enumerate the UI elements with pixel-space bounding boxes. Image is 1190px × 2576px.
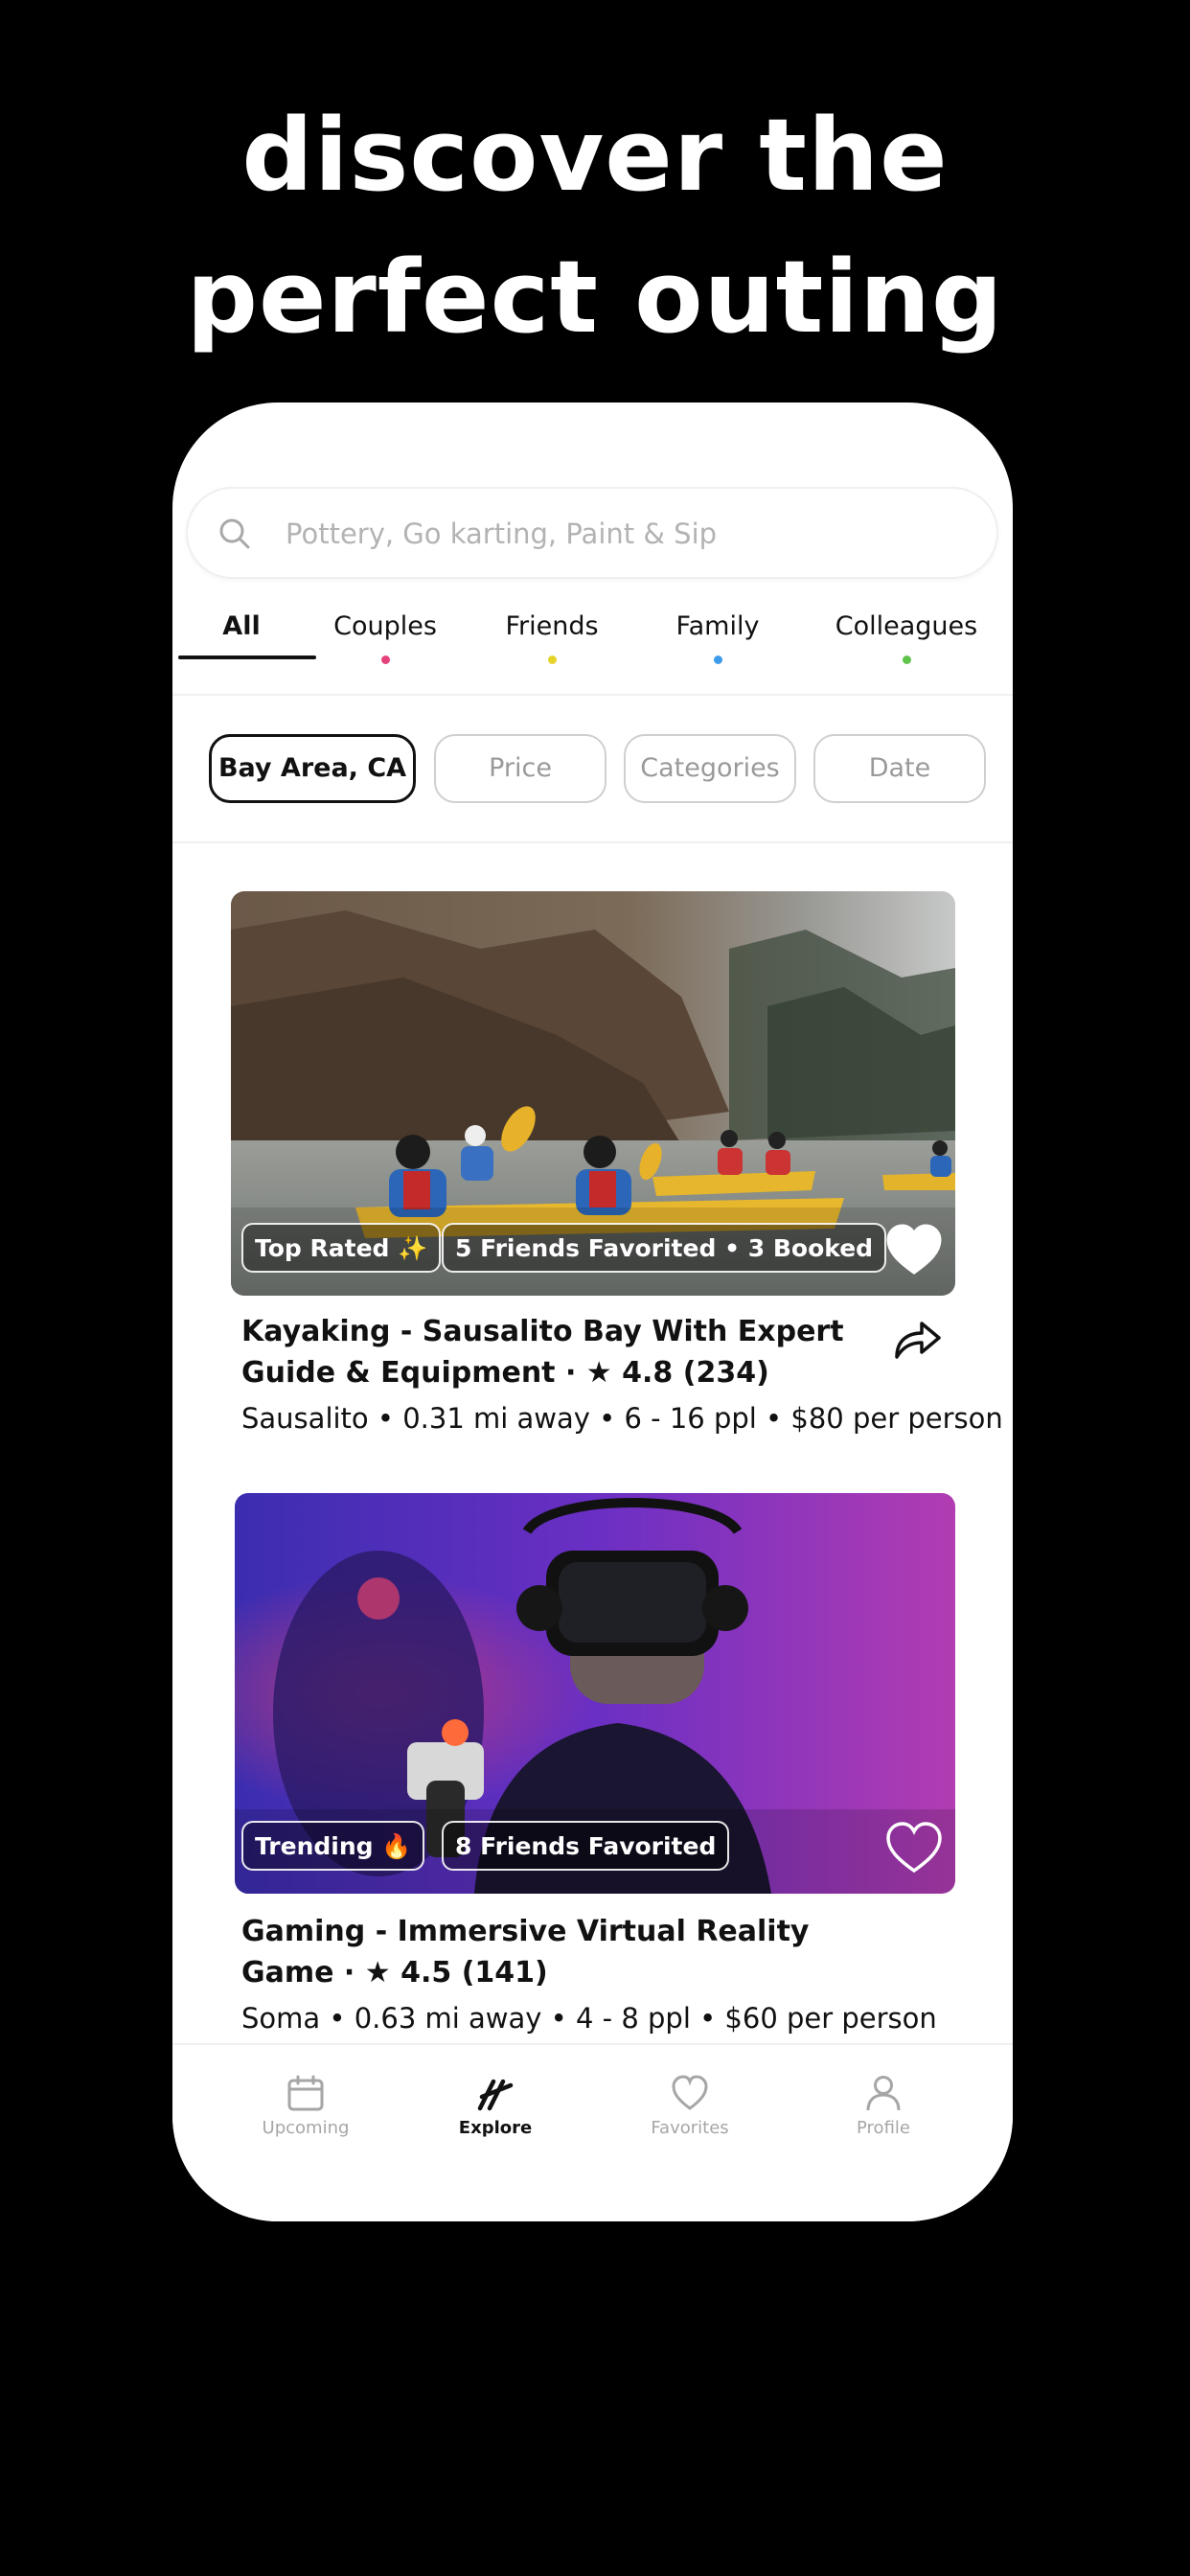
nav-favorites[interactable]: Favorites — [613, 2074, 767, 2138]
couples-dot — [380, 656, 390, 664]
share-icon[interactable] — [893, 1317, 943, 1361]
listing-title[interactable]: Gaming - Immersive Virtual Reality Game … — [241, 1911, 893, 1993]
divider — [172, 694, 1013, 696]
explore-slashes-icon — [477, 2079, 514, 2111]
tab-label: Family — [675, 611, 760, 641]
nav-label: Favorites — [651, 2118, 729, 2138]
nav-explore[interactable]: Explore — [419, 2074, 572, 2138]
tab-couples[interactable]: Couples — [326, 608, 445, 675]
tab-family[interactable]: Family — [661, 608, 774, 675]
tab-label: Friends — [505, 611, 599, 641]
heart-icon — [672, 2075, 708, 2110]
bottom-nav: Upcoming Explore Favorites Profile — [172, 2043, 1013, 2221]
colleagues-dot — [902, 656, 911, 664]
nav-upcoming[interactable]: Upcoming — [229, 2074, 382, 2138]
headline-line-2: perfect outing — [186, 239, 1004, 356]
active-tab-indicator — [178, 656, 316, 659]
listing-meta: Sausalito • 0.31 mi away • 6 - 16 ppl • … — [241, 1402, 1003, 1435]
tab-friends[interactable]: Friends — [496, 608, 607, 675]
nav-label: Explore — [458, 2118, 533, 2138]
nav-label: Upcoming — [262, 2118, 350, 2138]
tab-label: Couples — [333, 611, 437, 641]
price-filter[interactable]: Price — [434, 734, 606, 803]
friends-dot — [547, 656, 557, 664]
tab-all[interactable]: All — [192, 608, 291, 675]
badge-friends-favorited: 5 Friends Favorited • 3 Booked — [442, 1223, 887, 1273]
search-icon — [219, 518, 250, 549]
listing-meta: Soma • 0.63 mi away • 4 - 8 ppl • $60 pe… — [241, 2002, 937, 2035]
location-filter[interactable]: Bay Area, CA — [209, 734, 416, 803]
listing-title[interactable]: Kayaking - Sausalito Bay With Expert Gui… — [241, 1311, 893, 1393]
tab-label: All — [222, 611, 261, 641]
calendar-icon — [287, 2075, 324, 2111]
date-filter[interactable]: Date — [813, 734, 986, 803]
tab-label: Colleagues — [835, 611, 978, 641]
person-icon — [866, 2076, 901, 2111]
nav-label: Profile — [857, 2118, 910, 2138]
headline-line-1: discover the — [241, 97, 949, 214]
categories-filter[interactable]: Categories — [624, 734, 796, 803]
favorite-heart-icon[interactable] — [884, 1821, 944, 1874]
category-tabs: All Couples Friends Family Colleagues — [172, 608, 1013, 675]
nav-profile[interactable]: Profile — [807, 2074, 960, 2138]
divider — [172, 841, 1013, 843]
search-input[interactable] — [284, 508, 958, 560]
search-bar[interactable] — [186, 487, 998, 579]
favorite-heart-icon[interactable] — [884, 1223, 944, 1276]
tab-colleagues[interactable]: Colleagues — [820, 608, 993, 675]
family-dot — [713, 656, 722, 664]
badge-trending: Trending 🔥 — [241, 1821, 425, 1871]
badge-top-rated: Top Rated ✨ — [241, 1223, 442, 1273]
phone-screen: All Couples Friends Family Colleagues Ba… — [172, 402, 1013, 2221]
badge-friends-favorited: 8 Friends Favorited — [442, 1821, 730, 1871]
